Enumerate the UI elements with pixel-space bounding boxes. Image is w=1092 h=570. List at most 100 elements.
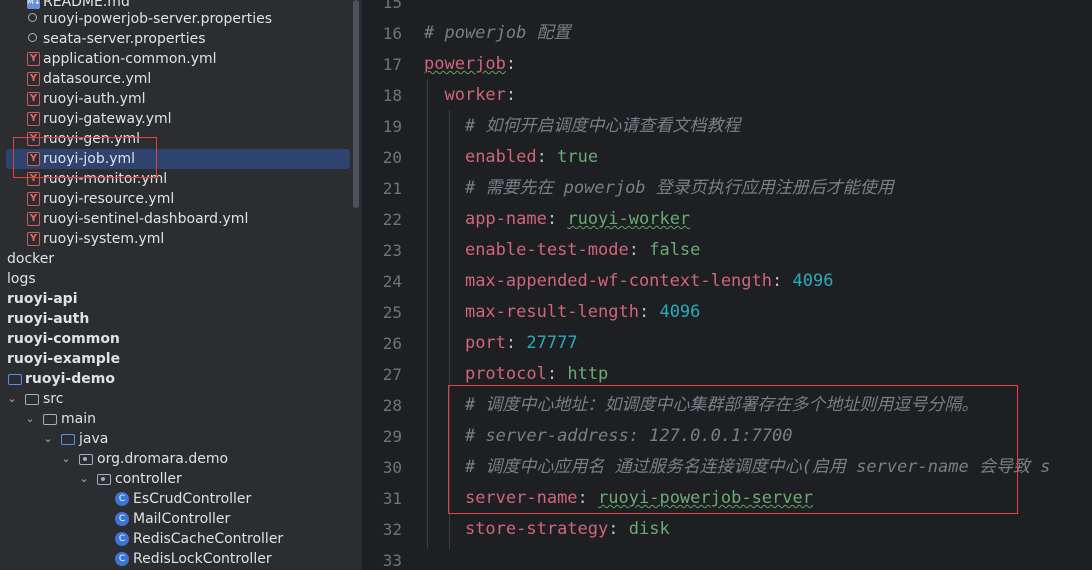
line-number: 21 (382, 179, 402, 198)
line-number: 27 (382, 365, 402, 384)
project-tree: M↓ README.md ruoyi-powerjob-server.prope… (0, 0, 362, 570)
yaml-file-icon: Y (27, 232, 40, 246)
folder-icon (43, 414, 57, 425)
tree-item-module[interactable]: ruoyi-common (0, 329, 362, 349)
class-icon: C (115, 552, 129, 566)
tree-item-label: seata-server.properties (43, 31, 206, 47)
tree-item-label: controller (115, 471, 182, 487)
tree-item-label: datasource.yml (43, 71, 152, 87)
tree-item-folder[interactable]: docker (0, 249, 362, 269)
code-line[interactable]: powerjob: (424, 49, 516, 80)
tree-item-file[interactable]: seata-server.properties (0, 29, 362, 49)
package-icon (79, 454, 93, 465)
tree-item-folder[interactable]: logs (0, 269, 362, 289)
line-number: 29 (382, 427, 402, 446)
annotation-highlight-box (13, 137, 157, 178)
tree-item-label: ruoyi-sentinel-dashboard.yml (43, 211, 249, 227)
code-line[interactable]: # powerjob 配置 (424, 18, 571, 49)
code-line[interactable]: worker: (424, 80, 516, 111)
code-line[interactable]: max-result-length: 4096 (424, 297, 700, 328)
tree-item-file[interactable]: Y ruoyi-gateway.yml (0, 109, 362, 129)
line-number: 19 (382, 117, 402, 136)
chevron-down-icon[interactable]: ⌄ (24, 409, 36, 429)
yaml-file-icon: Y (27, 72, 40, 86)
tree-item-label: ruoyi-auth (7, 311, 90, 327)
line-number: 30 (382, 458, 402, 477)
code-line[interactable]: enable-test-mode: false (424, 235, 700, 266)
tree-item-package[interactable]: ⌄ org.dromara.demo (0, 449, 362, 469)
tree-scrollbar[interactable] (353, 0, 359, 208)
line-number: 18 (382, 86, 402, 105)
yaml-file-icon: Y (27, 112, 40, 126)
tree-item-file[interactable]: Y ruoyi-resource.yml (0, 189, 362, 209)
chevron-down-icon[interactable]: ⌄ (78, 469, 90, 489)
tree-item-label: ruoyi-auth.yml (43, 91, 146, 107)
line-number: 26 (382, 334, 402, 353)
line-number: 28 (382, 396, 402, 415)
chevron-down-icon[interactable]: ⌄ (60, 449, 72, 469)
annotation-highlight-box (448, 385, 1018, 514)
yaml-file-icon: Y (27, 212, 40, 226)
tree-item-package[interactable]: ⌄ controller (0, 469, 362, 489)
tree-item-label: RedisLockController (133, 551, 272, 567)
package-icon (97, 474, 111, 485)
line-number: 23 (382, 241, 402, 260)
line-number: 31 (382, 489, 402, 508)
line-number: 22 (382, 210, 402, 229)
code-line[interactable]: max-appended-wf-context-length: 4096 (424, 266, 834, 297)
line-number: 20 (382, 148, 402, 167)
code-line[interactable]: enabled: true (424, 142, 598, 173)
tree-item-class[interactable]: C RedisCacheController (0, 529, 362, 549)
tree-item-file[interactable]: Y ruoyi-sentinel-dashboard.yml (0, 209, 362, 229)
code-line[interactable]: app-name: ruoyi-worker (424, 204, 690, 235)
properties-file-icon (28, 13, 37, 22)
tree-item-file[interactable]: Y datasource.yml (0, 69, 362, 89)
properties-file-icon (28, 33, 37, 42)
tree-item-folder[interactable]: ⌄ java (0, 429, 362, 449)
code-line[interactable]: port: 27777 (424, 328, 578, 359)
tree-item-label: ruoyi-system.yml (43, 231, 165, 247)
tree-item-file[interactable]: Y application-common.yml (0, 49, 362, 69)
tree-item-label: ruoyi-api (7, 291, 78, 307)
folder-icon (25, 394, 39, 405)
module-folder-icon (8, 374, 22, 385)
tree-item-folder[interactable]: ⌄ src (0, 389, 362, 409)
tree-item-label: logs (7, 271, 36, 287)
markdown-file-icon: M↓ (27, 0, 41, 9)
tree-item-label: main (61, 411, 96, 427)
tree-item-label: MailController (133, 511, 231, 527)
tree-item-file[interactable]: Y ruoyi-auth.yml (0, 89, 362, 109)
yaml-file-icon: Y (27, 92, 40, 106)
source-folder-icon (61, 434, 75, 445)
line-number: 32 (382, 520, 402, 539)
class-icon: C (115, 512, 129, 526)
tree-item-label: ruoyi-resource.yml (43, 191, 175, 207)
tree-item-file[interactable]: ruoyi-powerjob-server.properties (0, 9, 362, 29)
line-number: 25 (382, 303, 402, 322)
tree-item-label: org.dromara.demo (97, 451, 229, 467)
tree-item-file[interactable]: Y ruoyi-system.yml (0, 229, 362, 249)
code-line[interactable]: # 需要先在 powerjob 登录页执行应用注册后才能使用 (424, 173, 894, 204)
line-number: 17 (382, 55, 402, 74)
line-number: 24 (382, 272, 402, 291)
tree-item-folder[interactable]: ⌄ main (0, 409, 362, 429)
tree-item-label: ruoyi-gateway.yml (43, 111, 172, 127)
tree-item-class[interactable]: C EsCrudController (0, 489, 362, 509)
yaml-file-icon: Y (27, 192, 40, 206)
line-number: 33 (382, 551, 402, 570)
code-line[interactable]: # 如何开启调度中心请查看文档教程 (424, 111, 740, 142)
line-number: 15 (382, 0, 402, 12)
tree-item-class[interactable]: C MailController (0, 509, 362, 529)
tree-item-module[interactable]: ruoyi-api (0, 289, 362, 309)
tree-item-module[interactable]: ruoyi-example (0, 349, 362, 369)
tree-item-module[interactable]: ruoyi-demo (0, 369, 362, 389)
code-line[interactable]: store-strategy: disk (424, 514, 670, 545)
yaml-file-icon: Y (27, 52, 40, 66)
tree-item-label: EsCrudController (133, 491, 252, 507)
tree-item-label: ruoyi-demo (25, 371, 115, 387)
tree-item-label: java (79, 431, 109, 447)
chevron-down-icon[interactable]: ⌄ (6, 389, 18, 409)
tree-item-class[interactable]: C RedisLockController (0, 549, 362, 569)
chevron-down-icon[interactable]: ⌄ (42, 429, 54, 449)
tree-item-module[interactable]: ruoyi-auth (0, 309, 362, 329)
